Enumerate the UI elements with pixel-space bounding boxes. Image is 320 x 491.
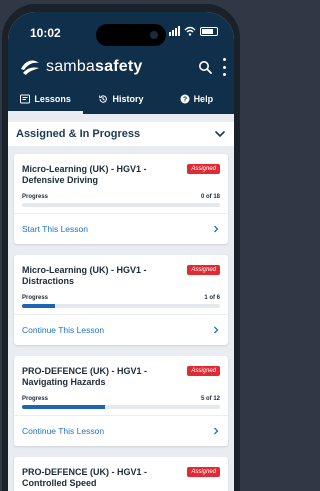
lesson-card: Micro-Learning (UK) - HGV1 - Defensive D… — [14, 154, 228, 244]
action-label: Start This Lesson — [22, 224, 88, 234]
progress-bar — [22, 203, 220, 207]
lesson-title: PRO-DEFENCE (UK) - HGV1 - Navigating Haz… — [22, 366, 148, 387]
status-badge: Assigned — [187, 265, 220, 275]
action-label: Continue This Lesson — [22, 325, 105, 335]
app-screen: 10:02 sambasafety Lessons History ? Help… — [8, 12, 234, 491]
lesson-card: PRO-DEFENCE (UK) - HGV1 - Controlled Spe… — [14, 457, 228, 491]
start-lesson-button[interactable]: Start This Lesson — [14, 213, 228, 244]
search-icon[interactable] — [198, 60, 212, 74]
chevron-down-icon[interactable] — [214, 128, 226, 140]
tab-lessons-label: Lessons — [34, 94, 71, 104]
progress-fill — [22, 405, 105, 409]
lesson-card-body: Micro-Learning (UK) - HGV1 - Defensive D… — [14, 154, 228, 213]
status-badge: Assigned — [187, 366, 220, 376]
history-icon — [99, 95, 108, 103]
lesson-card-body: PRO-DEFENCE (UK) - HGV1 - Navigating Haz… — [14, 356, 228, 415]
svg-text:?: ? — [182, 97, 186, 104]
status-badge: Assigned — [187, 467, 220, 477]
battery-icon — [200, 26, 218, 36]
lesson-title: Micro-Learning (UK) - HGV1 - Distraction… — [22, 265, 147, 286]
lesson-title: Micro-Learning (UK) - HGV1 - Defensive D… — [22, 164, 147, 185]
progress-count: 5 of 12 — [200, 396, 220, 402]
progress-label: Progress — [22, 396, 49, 402]
brand-bar: sambasafety — [8, 52, 234, 82]
continue-lesson-button[interactable]: Continue This Lesson — [14, 415, 228, 446]
section-header-assigned[interactable]: Assigned & In Progress — [8, 122, 234, 146]
progress-row: Progress 5 of 12 — [22, 396, 220, 402]
brand-name-light: samba — [46, 58, 96, 75]
tab-history-label: History — [112, 94, 144, 104]
camera-icon — [150, 31, 158, 39]
tab-help-label: Help — [193, 94, 214, 104]
action-label: Continue This Lesson — [22, 426, 105, 436]
lesson-card: PRO-DEFENCE (UK) - HGV1 - Navigating Haz… — [14, 356, 228, 446]
signal-icon — [169, 26, 180, 36]
brand-name-bold: safety — [95, 58, 143, 75]
chevron-right-icon — [214, 225, 219, 233]
help-icon: ? — [180, 94, 190, 104]
book-icon — [20, 94, 31, 104]
sambasafety-logo-icon — [21, 60, 39, 75]
more-options-icon[interactable] — [220, 58, 228, 76]
section-title: Assigned & In Progress — [16, 128, 141, 140]
tab-help[interactable]: ? Help — [159, 84, 234, 114]
status-badge: Assigned — [187, 164, 220, 174]
status-bar: 10:02 — [8, 24, 234, 46]
progress-label: Progress — [22, 295, 49, 301]
lesson-list: Micro-Learning (UK) - HGV1 - Defensive D… — [8, 154, 234, 491]
brand-name: sambasafety — [46, 58, 142, 76]
app-header: 10:02 sambasafety Lessons History ? Help — [8, 12, 234, 114]
lesson-title: PRO-DEFENCE (UK) - HGV1 - Controlled Spe… — [22, 467, 148, 488]
progress-count: 1 of 6 — [204, 295, 220, 301]
progress-bar — [22, 304, 220, 308]
tab-history[interactable]: History — [83, 84, 158, 114]
lesson-card: Micro-Learning (UK) - HGV1 - Distraction… — [14, 255, 228, 345]
lesson-card-body: Micro-Learning (UK) - HGV1 - Distraction… — [14, 255, 228, 314]
status-time: 10:02 — [30, 26, 61, 40]
progress-row: Progress 0 of 18 — [22, 194, 220, 200]
tab-lessons[interactable]: Lessons — [8, 84, 84, 114]
dynamic-island — [96, 24, 166, 46]
progress-fill — [22, 304, 55, 308]
progress-bar — [22, 405, 220, 409]
tab-bar: Lessons History ? Help — [8, 84, 234, 114]
wifi-icon — [184, 26, 196, 36]
lesson-card-body: PRO-DEFENCE (UK) - HGV1 - Controlled Spe… — [14, 457, 228, 491]
chevron-right-icon — [214, 427, 219, 435]
progress-label: Progress — [22, 194, 49, 200]
system-icons — [169, 26, 218, 36]
progress-row: Progress 1 of 6 — [22, 295, 220, 301]
progress-count: 0 of 18 — [200, 194, 220, 200]
continue-lesson-button[interactable]: Continue This Lesson — [14, 314, 228, 345]
chevron-right-icon — [214, 326, 219, 334]
